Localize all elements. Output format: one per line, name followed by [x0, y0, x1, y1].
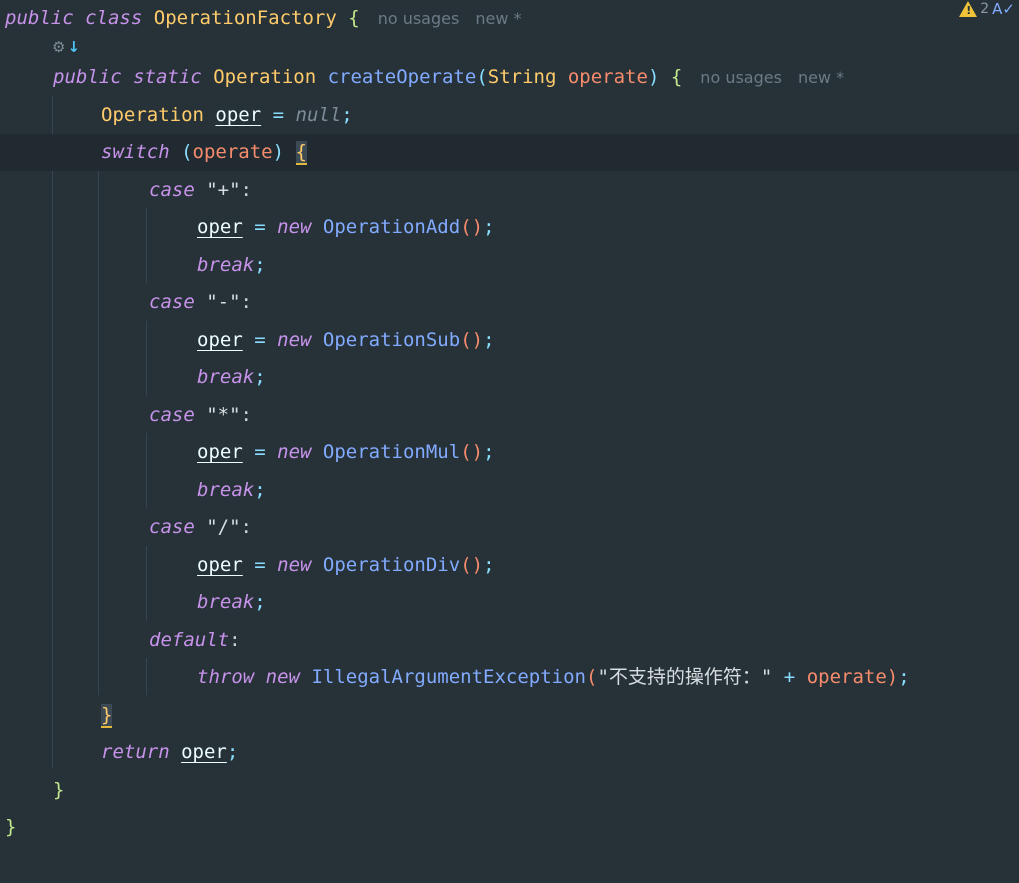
matched-brace: }	[101, 704, 113, 728]
exception-message: "不支持的操作符："	[597, 666, 773, 688]
return-type[interactable]: Operation	[213, 66, 316, 88]
code-line-default[interactable]: default:	[0, 622, 1019, 659]
method-open-brace: {	[670, 66, 683, 88]
code-line-method-close[interactable]: }	[0, 772, 1019, 809]
keyword-static: static	[133, 66, 202, 88]
inlay-hint-usages[interactable]: no usages	[700, 68, 782, 87]
var-oper[interactable]: oper	[215, 104, 261, 126]
code-line-method-signature[interactable]: public static Operation createOperate(St…	[0, 59, 1019, 96]
method-name[interactable]: createOperate	[328, 66, 477, 88]
code-line-declare-oper[interactable]: Operation oper = null;	[0, 97, 1019, 134]
code-line-case[interactable]: case "-":	[0, 284, 1019, 321]
code-line-assign[interactable]: oper = new OperationSub();	[0, 322, 1019, 359]
code-line-throw[interactable]: throw new IllegalArgumentException("不支持的…	[0, 659, 1019, 696]
code-line-switch[interactable]: switch (operate) {	[0, 134, 1019, 171]
class-open-brace: {	[348, 7, 360, 29]
code-line-break[interactable]: break;	[0, 584, 1019, 621]
keyword-class: class	[85, 7, 143, 29]
class-name[interactable]: OperationFactory	[154, 7, 337, 29]
param-name[interactable]: operate	[568, 66, 648, 88]
code-line-assign[interactable]: oper = new OperationDiv();	[0, 547, 1019, 584]
code-line-case[interactable]: case "+":	[0, 172, 1019, 209]
code-line-break[interactable]: break;	[0, 247, 1019, 284]
code-line-assign[interactable]: oper = new OperationMul();	[0, 434, 1019, 471]
code-line-case[interactable]: case "*":	[0, 397, 1019, 434]
code-line-break[interactable]: break;	[0, 472, 1019, 509]
inlay-hint-author[interactable]: new *	[475, 9, 521, 28]
code-line-break[interactable]: break;	[0, 359, 1019, 396]
code-line-assign[interactable]: oper = new OperationAdd();	[0, 209, 1019, 246]
implementation-gutter-icon[interactable]: ⚙ ↓	[52, 36, 80, 58]
code-line-class-close[interactable]: }	[0, 809, 1019, 846]
param-type[interactable]: String	[488, 66, 557, 88]
code-line-return[interactable]: return oper;	[0, 734, 1019, 771]
matched-brace: {	[295, 141, 307, 165]
inlay-hint-usages[interactable]: no usages	[378, 9, 460, 28]
inlay-hint-author[interactable]: new *	[798, 68, 844, 87]
code-line-class-declaration[interactable]: public class OperationFactory { no usages…	[0, 0, 1019, 37]
keyword-public: public	[5, 7, 74, 29]
code-line-switch-close[interactable]: }	[0, 697, 1019, 734]
keyword-public: public	[53, 66, 122, 88]
code-line-case[interactable]: case "/":	[0, 509, 1019, 546]
